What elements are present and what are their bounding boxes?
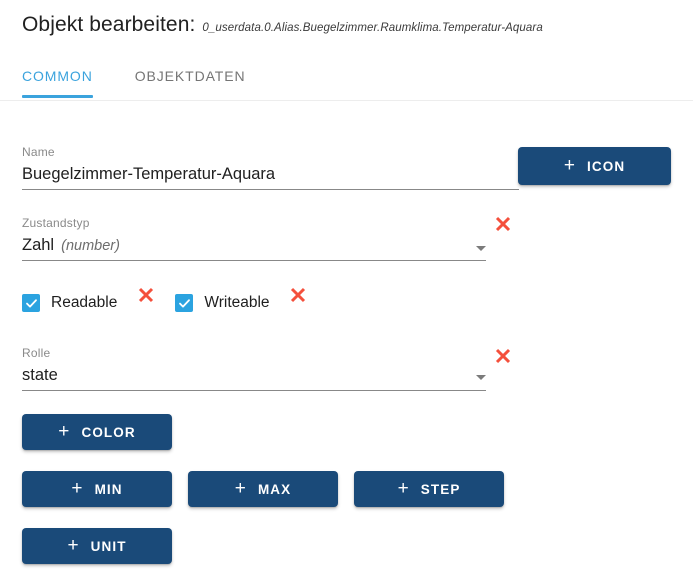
state-type-select[interactable]: Zahl (number): [22, 234, 486, 257]
state-type-label: Zustandstyp: [22, 216, 90, 230]
name-field-group: Name Buegelzimmer-Temperatur-Aquara: [22, 145, 519, 190]
add-step-button-label: STEP: [420, 481, 461, 497]
access-flags-row: Readable Writeable: [22, 294, 328, 312]
clear-readable-icon[interactable]: [136, 285, 156, 305]
state-type-underline: [22, 260, 486, 261]
plus-icon: +: [563, 154, 577, 176]
add-icon-button-label: ICON: [587, 158, 626, 174]
chevron-down-icon[interactable]: [476, 246, 486, 251]
checkbox-checked-icon[interactable]: [22, 294, 40, 312]
add-max-button-label: MAX: [257, 481, 292, 497]
role-select[interactable]: state: [22, 364, 486, 386]
readable-checkbox-label: Readable: [51, 294, 118, 311]
add-max-button[interactable]: + MAX: [188, 471, 338, 507]
role-field-group: Rolle state: [22, 346, 486, 391]
name-field-row[interactable]: Buegelzimmer-Temperatur-Aquara: [22, 163, 519, 185]
name-field-label: Name: [22, 145, 55, 159]
state-type-value: Zahl (number): [22, 234, 120, 257]
clear-state-type-icon[interactable]: [493, 214, 513, 234]
tab-objektdaten[interactable]: OBJEKTDATEN: [119, 68, 262, 98]
state-type-value-hint: (number): [61, 238, 120, 254]
clear-writeable-icon[interactable]: [288, 285, 308, 305]
role-value: state: [22, 366, 58, 384]
plus-icon: +: [58, 420, 71, 442]
readable-checkbox[interactable]: Readable: [22, 294, 117, 312]
state-type-field-group: Zustandstyp Zahl (number): [22, 216, 486, 261]
clear-role-icon[interactable]: [493, 346, 513, 366]
add-min-button[interactable]: + MIN: [22, 471, 172, 507]
plus-icon: +: [397, 477, 410, 499]
chevron-down-icon[interactable]: [476, 375, 486, 380]
add-icon-button[interactable]: + ICON: [518, 147, 671, 185]
writeable-checkbox-label: Writeable: [204, 294, 270, 311]
add-unit-button[interactable]: + UNIT: [22, 528, 172, 564]
tab-common[interactable]: COMMON: [22, 68, 109, 98]
add-min-button-label: MIN: [94, 481, 123, 497]
plus-icon: +: [67, 534, 80, 556]
dialog-header: Objekt bearbeiten: 0_userdata.0.Alias.Bu…: [22, 13, 543, 37]
plus-icon: +: [234, 477, 247, 499]
add-step-button[interactable]: + STEP: [354, 471, 504, 507]
name-field-underline: [22, 189, 519, 190]
add-color-button-label: COLOR: [81, 424, 136, 440]
role-underline: [22, 390, 486, 391]
page-title: Objekt bearbeiten:: [22, 13, 196, 36]
writeable-checkbox[interactable]: Writeable: [175, 294, 270, 312]
checkbox-checked-icon[interactable]: [175, 294, 194, 312]
add-color-button[interactable]: + COLOR: [22, 414, 172, 450]
tab-bar: COMMON OBJEKTDATEN: [22, 68, 262, 98]
role-label: Rolle: [22, 346, 51, 360]
plus-icon: +: [71, 477, 84, 499]
object-id-subtitle: 0_userdata.0.Alias.Buegelzimmer.Raumklim…: [202, 22, 543, 34]
state-type-value-text: Zahl: [22, 236, 55, 254]
edit-object-dialog: Objekt bearbeiten: 0_userdata.0.Alias.Bu…: [0, 0, 693, 572]
add-unit-button-label: UNIT: [90, 538, 127, 554]
name-input[interactable]: Buegelzimmer-Temperatur-Aquara: [22, 163, 275, 185]
tab-divider: [0, 100, 693, 101]
